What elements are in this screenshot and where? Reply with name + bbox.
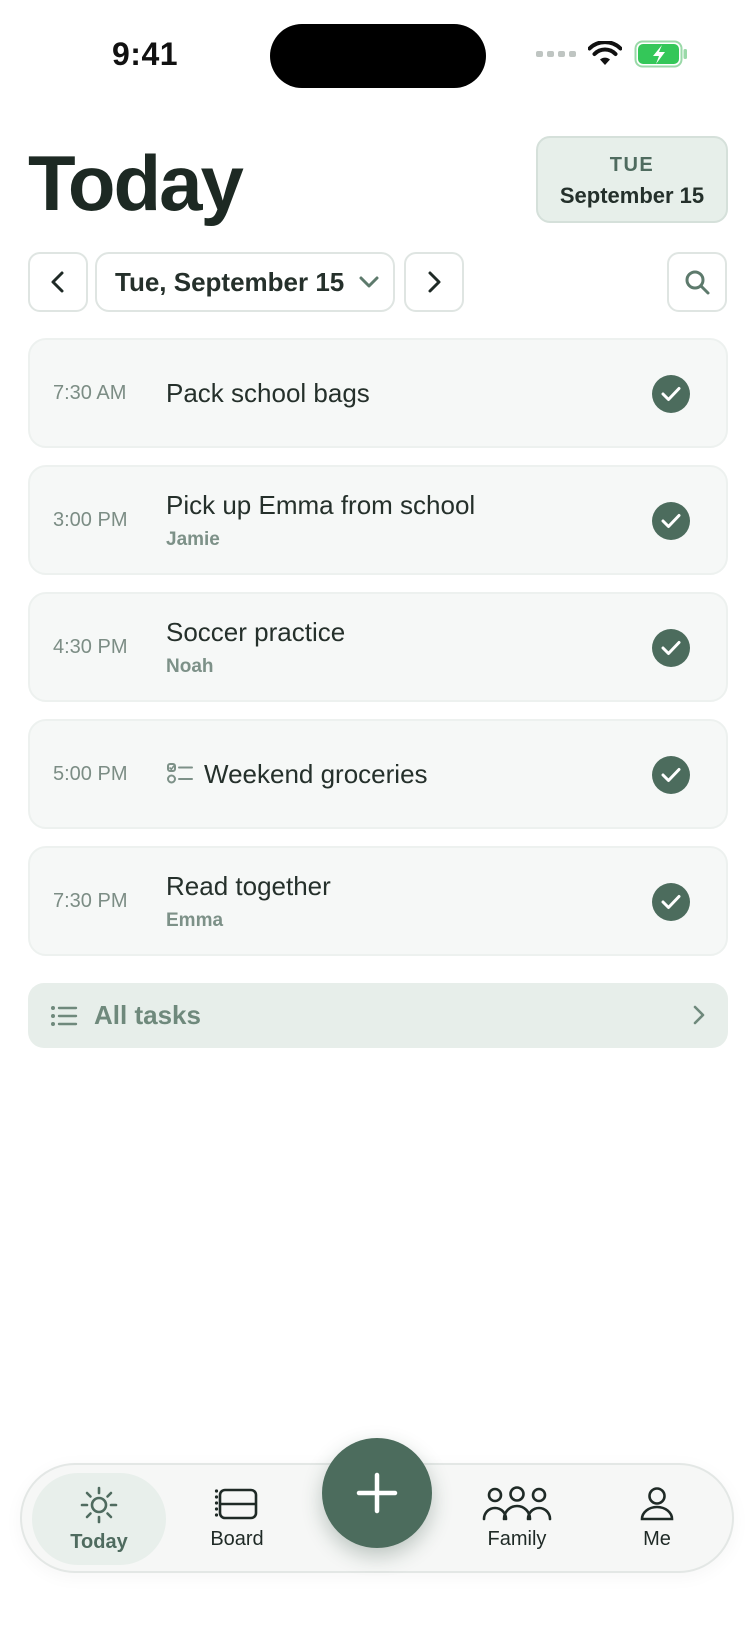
checkmark-icon bbox=[661, 387, 681, 401]
tab-family-label: Family bbox=[487, 1527, 547, 1550]
chevron-left-icon bbox=[51, 271, 64, 293]
task-assignee: Jamie bbox=[166, 528, 220, 550]
task-title: Read together bbox=[166, 870, 331, 901]
task-title: Weekend groceries bbox=[204, 758, 428, 789]
task-row[interactable]: 4:30 PM Soccer practice Noah bbox=[28, 592, 728, 702]
status-time: 9:41 bbox=[112, 36, 179, 72]
checkmark-icon bbox=[661, 768, 681, 782]
all-tasks-button[interactable]: All tasks bbox=[28, 983, 728, 1048]
task-time: 7:30 AM bbox=[53, 381, 127, 404]
task-complete-toggle[interactable] bbox=[652, 883, 690, 921]
task-time: 5:00 PM bbox=[53, 762, 128, 785]
plus-icon bbox=[356, 1472, 398, 1514]
tab-today[interactable]: Today bbox=[32, 1473, 166, 1565]
battery-charging-icon bbox=[634, 40, 687, 68]
task-complete-toggle[interactable] bbox=[652, 502, 690, 540]
add-task-button[interactable] bbox=[322, 1438, 432, 1548]
task-complete-toggle[interactable] bbox=[652, 629, 690, 667]
task-complete-toggle[interactable] bbox=[652, 756, 690, 794]
task-time: 7:30 PM bbox=[53, 889, 128, 912]
page-title: Today bbox=[28, 139, 244, 227]
task-row[interactable]: 7:30 PM Read together Emma bbox=[28, 846, 728, 956]
tab-me[interactable]: Me bbox=[590, 1465, 724, 1571]
task-assignee: Emma bbox=[166, 909, 224, 931]
list-icon bbox=[51, 1005, 78, 1026]
task-title: Pick up Emma from school bbox=[166, 489, 476, 520]
tab-board[interactable]: Board bbox=[170, 1465, 304, 1571]
dynamic-island bbox=[270, 24, 486, 88]
selected-date-label: Tue, September 15 bbox=[115, 266, 345, 297]
date-badge-weekday: TUE bbox=[609, 154, 655, 176]
next-day-button[interactable] bbox=[404, 252, 464, 312]
previous-day-button[interactable] bbox=[28, 252, 88, 312]
task-time: 4:30 PM bbox=[53, 635, 128, 658]
checkmark-icon bbox=[661, 641, 681, 655]
checkmark-icon bbox=[661, 895, 681, 909]
chevron-down-icon bbox=[359, 276, 379, 288]
search-button[interactable] bbox=[667, 252, 727, 312]
task-assignee: Noah bbox=[166, 655, 214, 677]
checkmark-icon bbox=[661, 514, 681, 528]
tab-family[interactable]: Family bbox=[450, 1465, 584, 1571]
date-badge: TUE September 15 bbox=[536, 136, 728, 223]
tab-today-label: Today bbox=[70, 1530, 128, 1553]
sun-icon bbox=[80, 1486, 118, 1523]
tab-board-label: Board bbox=[210, 1527, 264, 1550]
app-screen: 9:41 Today TUE September 15 Tue, Septemb… bbox=[0, 0, 756, 1643]
task-row[interactable]: 7:30 AM Pack school bags bbox=[28, 338, 728, 448]
task-row[interactable]: 5:00 PM Weekend groceries bbox=[28, 719, 728, 829]
family-icon bbox=[482, 1485, 552, 1520]
task-title: Pack school bags bbox=[166, 377, 370, 408]
tab-me-label: Me bbox=[643, 1527, 671, 1550]
person-icon bbox=[640, 1486, 674, 1520]
date-badge-date: September 15 bbox=[559, 183, 705, 208]
search-icon bbox=[685, 270, 710, 295]
chevron-right-icon bbox=[693, 1005, 705, 1025]
cellular-signal-icon bbox=[536, 51, 576, 57]
date-picker-dropdown[interactable]: Tue, September 15 bbox=[95, 252, 395, 312]
task-title: Soccer practice bbox=[166, 616, 346, 647]
status-icons bbox=[536, 40, 688, 68]
chevron-right-icon bbox=[428, 271, 441, 293]
task-complete-toggle[interactable] bbox=[652, 375, 690, 413]
checklist-icon bbox=[167, 763, 193, 784]
task-time: 3:00 PM bbox=[53, 508, 128, 531]
all-tasks-label: All tasks bbox=[94, 1000, 201, 1030]
board-icon bbox=[214, 1488, 258, 1519]
task-row[interactable]: 3:00 PM Pick up Emma from school Jamie bbox=[28, 465, 728, 575]
wifi-icon bbox=[588, 41, 622, 65]
